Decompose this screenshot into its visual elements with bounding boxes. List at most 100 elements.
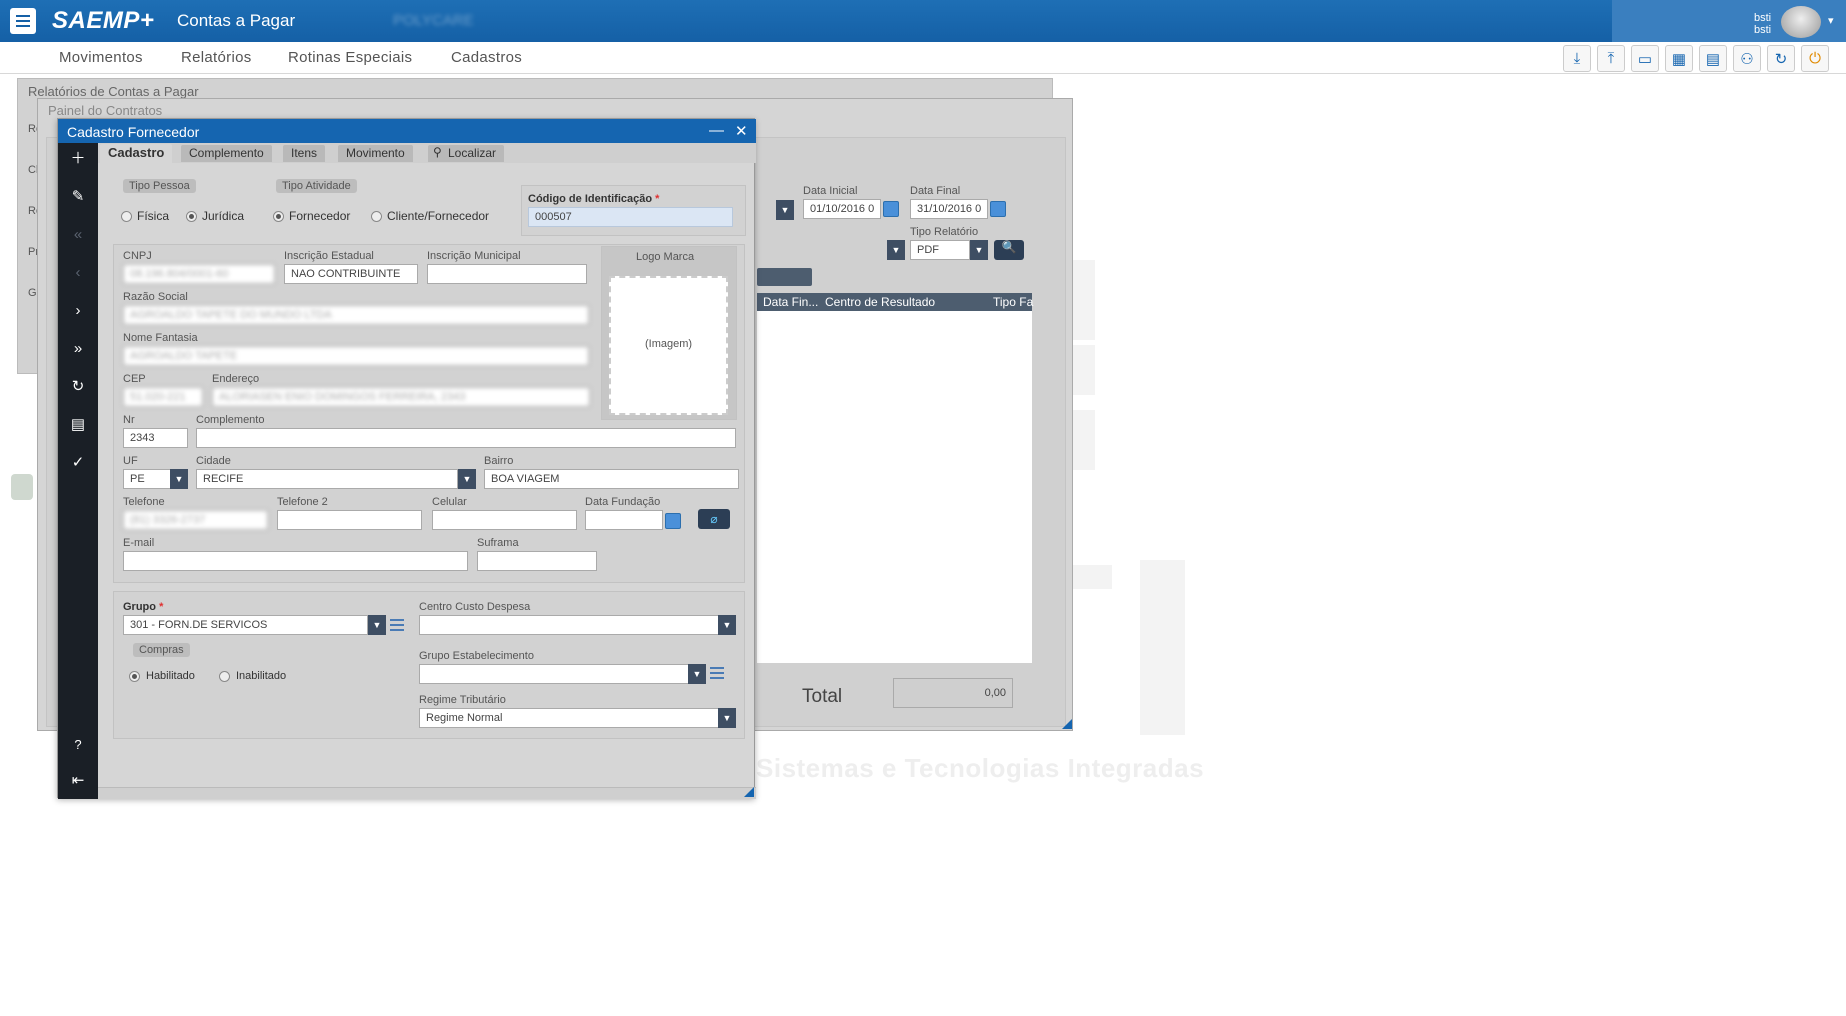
data-grid[interactable] (757, 311, 1032, 663)
menu-relatorios[interactable]: Relatórios (181, 49, 252, 66)
cnpj-field[interactable]: 08.196.804/0001-60 (123, 264, 275, 284)
logo-image-placeholder[interactable]: (Imagem) (609, 276, 728, 415)
chevron-down-icon[interactable]: ▾ (1828, 14, 1834, 27)
menu-rotinas-especiais[interactable]: Rotinas Especiais (288, 49, 412, 66)
grupo-estab-select[interactable] (419, 664, 689, 684)
list-icon[interactable] (390, 619, 404, 631)
razao-social-field[interactable]: AGROALDO TAPETE DO MUNDO LTDA (123, 305, 589, 325)
refresh-icon[interactable]: ↻ (1767, 45, 1795, 72)
endereco-field[interactable]: ALORIASEN ENIO DOMINGOS FERREIRA, 2343 (212, 387, 590, 407)
regime-dropdown-button[interactable]: ▼ (718, 708, 736, 728)
download-icon[interactable]: ⤓ (1563, 45, 1591, 72)
codigo-field[interactable]: 000507 (528, 207, 733, 227)
list-icon[interactable] (710, 667, 724, 679)
column-header[interactable]: Centro de Resultado (825, 295, 935, 309)
data-inicial-field[interactable]: 01/10/2016 0 (803, 199, 881, 219)
telefone2-field[interactable] (277, 510, 422, 530)
telefone-field[interactable]: (81) 3326-2737 (123, 510, 268, 530)
calendar-icon[interactable] (665, 513, 681, 529)
grupo-select[interactable]: 301 - FORN.DE SERVICOS (123, 615, 368, 635)
radio-fisica[interactable] (121, 211, 132, 222)
uf-dropdown-button[interactable]: ▼ (170, 469, 188, 489)
minimize-icon[interactable]: — (709, 122, 724, 139)
insc-municipal-field[interactable] (427, 264, 587, 284)
tipo-relatorio-select[interactable]: PDF (910, 240, 970, 260)
cep-label: CEP (123, 373, 146, 385)
grupo-dropdown-button[interactable]: ▼ (368, 615, 386, 635)
confirm-check-icon[interactable]: ✓ (58, 451, 98, 475)
resize-handle[interactable] (1062, 719, 1072, 729)
resize-handle[interactable] (744, 787, 754, 797)
data-final-label: Data Final (910, 185, 961, 197)
hamburger-menu-icon[interactable] (10, 8, 36, 34)
users-icon[interactable]: ⚇ (1733, 45, 1761, 72)
calendar-icon[interactable] (990, 201, 1006, 217)
suframa-label: Suframa (477, 537, 519, 549)
radio-inabilitado[interactable] (219, 671, 230, 682)
centro-custo-select[interactable] (419, 615, 721, 635)
last-record-icon[interactable]: » (58, 337, 98, 361)
upload-icon[interactable]: ⤒ (1597, 45, 1625, 72)
dropdown-button[interactable]: ▼ (970, 240, 988, 260)
complemento-field[interactable] (196, 428, 736, 448)
data-fundacao-field[interactable] (585, 510, 663, 530)
monitor-icon[interactable]: ▭ (1631, 45, 1659, 72)
bairro-field[interactable]: BOA VIAGEM (484, 469, 739, 489)
cadastro-fornecedor-dialog[interactable]: Cadastro Fornecedor — ✕ ＋ ✎ « ‹ › » ↻ ▤ … (57, 118, 756, 799)
action-button[interactable] (757, 268, 812, 286)
dialog-title: Cadastro Fornecedor (58, 119, 756, 143)
radio-cliente-fornecedor[interactable] (371, 211, 382, 222)
nome-fantasia-field[interactable]: AGROALDO TAPETE (123, 346, 589, 366)
data-final-field[interactable]: 31/10/2016 0 (910, 199, 988, 219)
cidade-dropdown-button[interactable]: ▼ (458, 469, 476, 489)
cep-field[interactable]: 51.020-221 (123, 387, 203, 407)
layout-icon[interactable]: ▤ (1699, 45, 1727, 72)
avatar[interactable] (1781, 6, 1821, 38)
dropdown-button[interactable]: ▼ (776, 200, 794, 220)
desktop-shortcut-icon[interactable] (11, 474, 33, 500)
next-record-icon[interactable]: › (58, 299, 98, 323)
menu-movimentos[interactable]: Movimentos (59, 49, 143, 66)
radio-fornecedor[interactable] (273, 211, 284, 222)
calendar-icon[interactable] (883, 201, 899, 217)
email-field[interactable] (123, 551, 468, 571)
dialog-status-bar (98, 787, 756, 799)
cidade-label: Cidade (196, 455, 231, 467)
tab-complemento[interactable]: Complemento (181, 145, 272, 162)
cidade-select[interactable]: RECIFE (196, 469, 458, 489)
radio-juridica[interactable] (186, 211, 197, 222)
insc-estadual-field[interactable]: NAO CONTRIBUINTE (284, 264, 418, 284)
add-icon[interactable]: ＋ (58, 147, 98, 171)
tab-movimento[interactable]: Movimento (338, 145, 413, 162)
search-icon[interactable]: 🔍 (994, 240, 1024, 260)
power-icon[interactable]: ⏻ (1801, 45, 1829, 72)
previous-record-icon[interactable]: ‹ (58, 261, 98, 285)
radio-habilitado[interactable] (129, 671, 140, 682)
edit-icon[interactable]: ✎ (58, 185, 98, 209)
first-record-icon[interactable]: « (58, 223, 98, 247)
uf-select[interactable]: PE (123, 469, 171, 489)
grupo-estab-dropdown-button[interactable]: ▼ (688, 664, 706, 684)
close-icon[interactable]: ✕ (735, 122, 748, 140)
dropdown-button[interactable]: ▼ (887, 240, 905, 260)
search-icon: ⚲ (433, 145, 442, 159)
column-header[interactable]: Data Fin... (763, 295, 818, 309)
dialog-toolbar: ＋ ✎ « ‹ › » ↻ ▤ ✓ ? ⇤ (58, 143, 98, 799)
help-icon[interactable]: ? (58, 733, 98, 757)
tab-localizar[interactable]: ⚲ Localizar (428, 145, 505, 162)
centro-custo-dropdown-button[interactable]: ▼ (718, 615, 736, 635)
column-header[interactable]: Tipo Fa (993, 295, 1033, 309)
exit-icon[interactable]: ⇤ (58, 769, 98, 793)
grid-icon[interactable]: ▦ (1665, 45, 1693, 72)
attach-icon[interactable]: ⌀ (698, 509, 730, 529)
nr-field[interactable]: 2343 (123, 428, 188, 448)
tab-cadastro[interactable]: Cadastro (100, 144, 173, 163)
report-icon[interactable]: ▤ (58, 413, 98, 437)
celular-field[interactable] (432, 510, 577, 530)
tab-itens[interactable]: Itens (283, 145, 326, 162)
refresh-icon[interactable]: ↻ (58, 375, 98, 399)
menu-cadastros[interactable]: Cadastros (451, 49, 522, 66)
company-name: POLYCARE (393, 12, 474, 29)
regime-select[interactable]: Regime Normal (419, 708, 721, 728)
suframa-field[interactable] (477, 551, 597, 571)
